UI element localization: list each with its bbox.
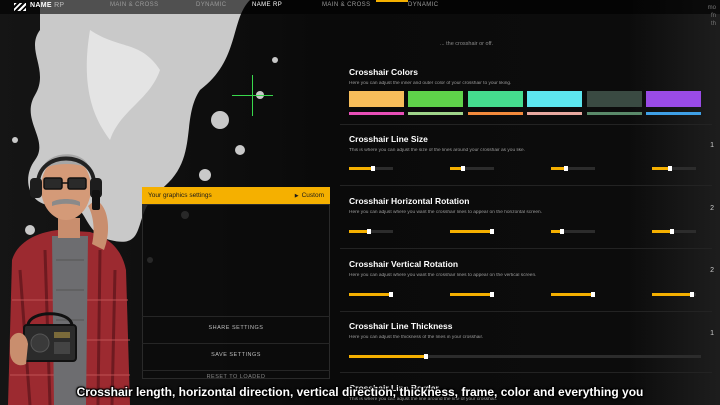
color-swatch-underline <box>646 112 701 115</box>
crosshair-colors-section: Crosshair Colors Here you can adjust the… <box>349 67 709 86</box>
color-swatch-underline <box>467 112 523 115</box>
color-swatch-underline <box>527 112 583 115</box>
color-swatches <box>349 91 701 116</box>
vertical-rotation-section: Crosshair Vertical Rotation Here you can… <box>349 259 709 278</box>
slider-handle[interactable] <box>424 354 429 359</box>
slider-handle[interactable] <box>461 166 466 171</box>
nav-tab-name-rp[interactable]: NAME RP <box>252 2 282 8</box>
segment-slider-3[interactable] <box>551 292 595 297</box>
segment-slider-4[interactable] <box>652 229 696 234</box>
line-thickness-value: 1 <box>710 330 714 337</box>
color-swatch-5[interactable] <box>586 91 642 115</box>
crosshair-settings-panel: ... the crosshair or off. Crosshair Colo… <box>340 0 714 405</box>
segment-slider-2[interactable] <box>450 166 494 171</box>
crosshair-preview-vertical <box>252 75 253 116</box>
slider-fill <box>349 167 374 170</box>
nav-tab-main-cross[interactable]: MAIN & CROSS <box>110 2 158 8</box>
slider-handle[interactable] <box>689 292 694 297</box>
nav-tab-dynamic[interactable]: DYNAMIC <box>196 2 226 8</box>
slider-fill <box>551 293 593 296</box>
segment-slider-2[interactable] <box>450 229 494 234</box>
divider <box>340 185 712 186</box>
crosshair-colors-title: Crosshair Colors <box>349 67 418 77</box>
horizontal-rotation-description: Here you can adjust where you want the c… <box>349 210 543 215</box>
slider-fill <box>349 355 427 358</box>
horizontal-rotation-section: Crosshair Horizontal Rotation Here you c… <box>349 196 709 215</box>
slider-handle[interactable] <box>590 292 595 297</box>
line-thickness-title: Crosshair Line Thickness <box>349 321 453 331</box>
slider-fill <box>450 293 492 296</box>
horizontal-rotation-title: Crosshair Horizontal Rotation <box>349 196 470 206</box>
graphics-settings-dropdown[interactable]: Your graphics settings ▶ Custom <box>142 187 330 204</box>
color-swatch-6[interactable] <box>646 91 701 115</box>
slider-fill <box>349 293 391 296</box>
slider-handle[interactable] <box>366 229 371 234</box>
segment-slider-1[interactable] <box>349 166 393 171</box>
segment-slider-1[interactable] <box>349 229 393 234</box>
color-swatch-underline <box>349 112 404 115</box>
graphics-settings-value: Custom <box>301 192 324 199</box>
segment-slider-2[interactable] <box>450 292 494 297</box>
horizontal-rotation-value: 2 <box>710 205 714 212</box>
slider-handle[interactable] <box>489 292 494 297</box>
slider-handle[interactable] <box>669 229 674 234</box>
line-thickness-description: Here you can adjust the thickness of the… <box>349 335 484 340</box>
color-swatch-underline <box>586 112 642 115</box>
reset-settings-button[interactable]: RESET TO LOADED <box>142 370 330 382</box>
character-illustration <box>8 154 130 405</box>
color-swatch-underline <box>408 112 464 115</box>
slider-handle[interactable] <box>371 166 376 171</box>
divider <box>340 311 712 312</box>
slider-handle[interactable] <box>388 292 393 297</box>
brand-name: NAME RP <box>30 2 65 9</box>
color-swatch-3[interactable] <box>467 91 523 115</box>
slider-fill <box>652 293 692 296</box>
line-size-value: 1 <box>710 142 714 149</box>
line-size-title: Crosshair Line Size <box>349 134 428 144</box>
segment-slider-3[interactable] <box>551 166 595 171</box>
vertical-rotation-description: Here you can adjust where you want the c… <box>349 273 537 278</box>
vertical-rotation-value: 2 <box>710 267 714 274</box>
line-size-description: This is where you can adjust the size of… <box>349 148 525 153</box>
slider-fill <box>450 230 492 233</box>
share-settings-button[interactable]: SHARE SETTINGS <box>142 316 330 338</box>
crosshair-colors-description: Here you can adjust the inner and outer … <box>349 81 512 86</box>
vertical-rotation-title: Crosshair Vertical Rotation <box>349 259 459 269</box>
divider <box>340 372 712 373</box>
line-thickness-slider[interactable] <box>349 354 701 359</box>
caret-right-icon: ▶ <box>294 192 299 199</box>
color-swatch-4[interactable] <box>527 91 583 115</box>
segment-slider-4[interactable] <box>652 166 696 171</box>
graphics-settings-label: Your graphics settings <box>148 192 212 199</box>
brand-logo-icon <box>14 3 26 11</box>
line-size-section: Crosshair Line Size This is where you ca… <box>349 134 709 153</box>
slider-handle[interactable] <box>560 229 564 234</box>
divider <box>340 124 712 125</box>
slider-handle[interactable] <box>667 166 672 171</box>
color-swatch-1[interactable] <box>349 91 404 115</box>
divider <box>340 248 712 249</box>
segment-slider-3[interactable] <box>551 229 595 234</box>
line-thickness-section: Crosshair Line Thickness Here you can ad… <box>349 321 709 340</box>
top-note: ... the crosshair or off. <box>440 41 494 47</box>
segment-slider-1[interactable] <box>349 292 393 297</box>
slider-handle[interactable] <box>489 229 494 234</box>
video-caption: Crosshair length, horizontal direction, … <box>76 385 644 399</box>
slider-handle[interactable] <box>564 166 569 171</box>
save-settings-button[interactable]: SAVE SETTINGS <box>142 343 330 365</box>
segment-slider-4[interactable] <box>652 292 696 297</box>
color-swatch-2[interactable] <box>408 91 464 115</box>
